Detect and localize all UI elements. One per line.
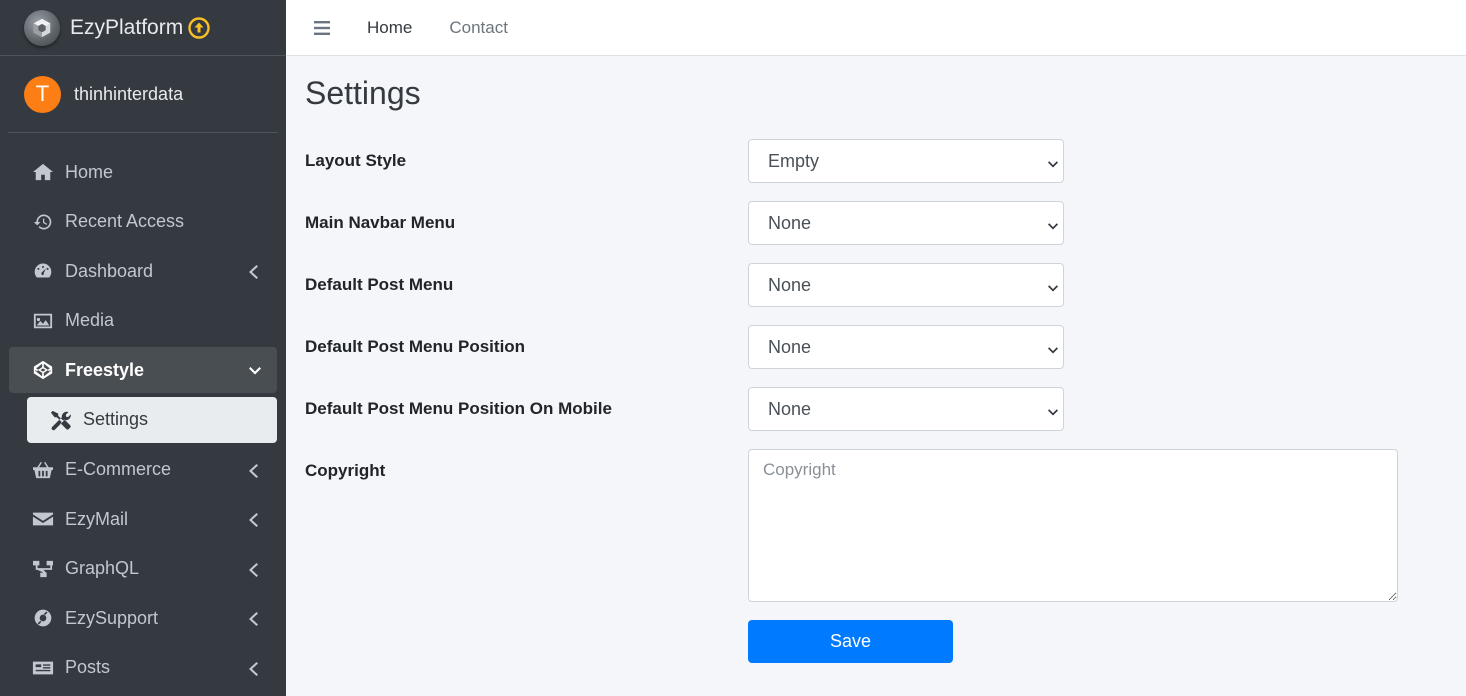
sidebar-item-label: Recent Access bbox=[65, 211, 185, 232]
top-navbar: Home Contact bbox=[286, 0, 1466, 56]
chevron-left-icon bbox=[249, 660, 261, 676]
chevron-left-icon bbox=[249, 610, 261, 627]
select-value: None bbox=[768, 336, 812, 357]
arrow-up-circle-icon bbox=[188, 16, 210, 39]
username: thinhinterdata bbox=[74, 83, 184, 104]
default-post-menu-position-select[interactable]: None bbox=[748, 325, 1064, 369]
sidebar-item-label: Freestyle bbox=[65, 359, 145, 380]
sidebar-item-label: E-Commerce bbox=[65, 459, 172, 480]
copyright-label: Copyright bbox=[305, 461, 386, 480]
sidebar-item-posts[interactable]: Posts bbox=[9, 645, 277, 691]
chevron-down-icon bbox=[249, 362, 261, 376]
layout-style-label: Layout Style bbox=[305, 151, 407, 170]
select-value: Empty bbox=[768, 150, 820, 171]
main-content: Settings Layout Style Empty Main Navbar … bbox=[286, 56, 1466, 696]
sidebar-item-label: Posts bbox=[65, 657, 111, 678]
codepen-icon bbox=[31, 359, 55, 381]
default-post-menu-position-mobile-select[interactable]: None bbox=[748, 387, 1064, 431]
chevron-down-icon bbox=[1048, 403, 1058, 416]
brand-name: EzyPlatform bbox=[70, 15, 184, 39]
default-post-menu-position-label: Default Post Menu Position bbox=[305, 337, 526, 356]
layout-style-select[interactable]: Empty bbox=[748, 139, 1064, 183]
home-icon bbox=[31, 161, 55, 183]
sidebar-item-label: EzySupport bbox=[65, 607, 159, 628]
envelope-icon bbox=[31, 508, 55, 530]
save-button[interactable]: Save bbox=[748, 620, 953, 663]
chevron-down-icon bbox=[1048, 155, 1058, 168]
main-navbar-menu-select[interactable]: None bbox=[748, 201, 1064, 245]
sidebar-item-label: Media bbox=[65, 310, 115, 331]
sidebar-item-settings[interactable]: Settings bbox=[27, 396, 277, 443]
sidebar-item-media[interactable]: Media bbox=[9, 298, 277, 344]
default-post-menu-select[interactable]: None bbox=[748, 263, 1064, 307]
sidebar: EzyPlatform T thinhinterdata Home Recent… bbox=[0, 0, 286, 696]
sidebar-item-label: EzyMail bbox=[65, 508, 129, 529]
nav-link-home[interactable]: Home bbox=[367, 18, 412, 38]
sidebar-item-dashboard[interactable]: Dashboard bbox=[9, 248, 277, 294]
main-navbar-menu-label: Main Navbar Menu bbox=[305, 213, 456, 232]
menu-toggle-icon[interactable] bbox=[314, 20, 330, 36]
copyright-textarea[interactable] bbox=[748, 449, 1398, 602]
life-ring-icon bbox=[31, 607, 55, 629]
default-post-menu-position-mobile-label: Default Post Menu Position On Mobile bbox=[305, 399, 612, 418]
project-diagram-icon bbox=[31, 558, 55, 580]
history-icon bbox=[31, 211, 55, 233]
sidebar-item-label: Home bbox=[65, 161, 114, 182]
sidebar-nav: Home Recent Access Dashboard Media Frees… bbox=[9, 149, 277, 695]
chevron-left-icon bbox=[249, 511, 261, 528]
sidebar-item-home[interactable]: Home bbox=[9, 149, 277, 195]
sidebar-item-graphql[interactable]: GraphQL bbox=[9, 546, 277, 592]
chevron-left-icon bbox=[249, 561, 261, 577]
avatar: T bbox=[24, 75, 61, 113]
sidebar-item-ezysupport[interactable]: EzySupport bbox=[9, 595, 277, 641]
tools-icon bbox=[49, 409, 73, 431]
chevron-down-icon bbox=[1048, 279, 1058, 292]
sidebar-item-label: Dashboard bbox=[65, 260, 154, 281]
user-panel[interactable]: T thinhinterdata bbox=[8, 56, 278, 133]
select-value: None bbox=[768, 212, 812, 233]
sidebar-item-label: Settings bbox=[83, 409, 149, 430]
chevron-left-icon bbox=[249, 263, 261, 280]
sidebar-item-freestyle[interactable]: Freestyle bbox=[9, 347, 277, 394]
default-post-menu-label: Default Post Menu bbox=[305, 275, 454, 294]
newspaper-icon bbox=[31, 657, 55, 679]
sidebar-item-ezymail[interactable]: EzyMail bbox=[9, 496, 277, 542]
chevron-down-icon bbox=[1048, 217, 1058, 230]
cube-icon bbox=[24, 9, 60, 46]
basket-icon bbox=[31, 459, 55, 481]
select-value: None bbox=[768, 398, 812, 419]
sidebar-item-recent-access[interactable]: Recent Access bbox=[9, 199, 277, 245]
nav-link-contact[interactable]: Contact bbox=[449, 18, 508, 38]
select-value: None bbox=[768, 274, 812, 295]
image-icon bbox=[31, 310, 55, 332]
sidebar-item-label: GraphQL bbox=[65, 558, 140, 579]
brand[interactable]: EzyPlatform bbox=[0, 0, 286, 56]
tachometer-icon bbox=[31, 260, 55, 282]
page-title: Settings bbox=[305, 75, 421, 111]
sidebar-item-e-commerce[interactable]: E-Commerce bbox=[9, 447, 277, 493]
chevron-left-icon bbox=[249, 462, 261, 478]
chevron-down-icon bbox=[1048, 341, 1058, 354]
